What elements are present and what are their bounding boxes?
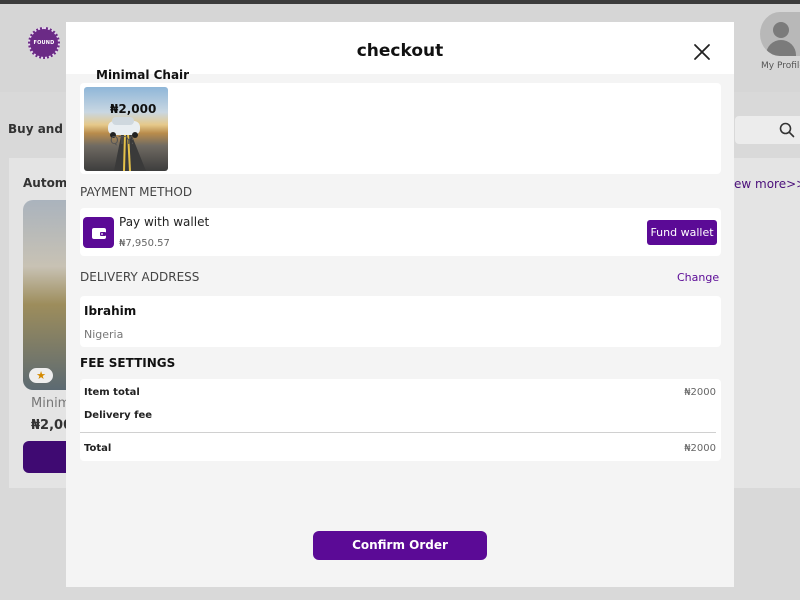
- address-country: Nigeria: [84, 328, 124, 341]
- wallet-title: Pay with wallet: [119, 215, 210, 229]
- wallet-balance: ₦7,950.57: [119, 238, 170, 249]
- product-name: Minimal Chair: [96, 68, 190, 82]
- change-address-link[interactable]: Change: [677, 271, 719, 284]
- delivery-fee-label: Delivery fee: [84, 410, 153, 421]
- confirm-order-button[interactable]: Confirm Order: [313, 531, 487, 560]
- delivery-address-label: DELIVERY ADDRESS: [80, 270, 200, 284]
- fund-wallet-button[interactable]: Fund wallet: [647, 220, 717, 245]
- product-qty-label: QTY:: [110, 134, 135, 147]
- total-label: Total: [84, 443, 112, 454]
- item-total-value: ₦2000: [684, 387, 716, 398]
- page-tagline: Buy and s: [8, 122, 75, 136]
- total-value: ₦2000: [684, 443, 716, 454]
- modal-title: checkout: [356, 41, 444, 61]
- fee-divider: [80, 432, 716, 433]
- modal-header: checkout: [66, 22, 734, 74]
- product-image: [84, 87, 168, 171]
- logo-text: FOUND: [33, 40, 55, 46]
- search-input[interactable]: [735, 116, 800, 144]
- star-icon: ★: [29, 368, 53, 383]
- wallet-icon: [83, 217, 114, 248]
- profile-avatar-icon[interactable]: [760, 12, 800, 56]
- address-name: Ibrahim: [84, 304, 137, 318]
- profile-label[interactable]: My Profile: [761, 61, 800, 71]
- item-total-label: Item total: [84, 387, 140, 398]
- fee-summary-card: [80, 379, 721, 461]
- brand-logo[interactable]: FOUND: [28, 27, 60, 59]
- product-card-name: Minim: [31, 396, 71, 411]
- fee-settings-heading: FEE SETTINGS: [80, 356, 176, 370]
- payment-method-label: PAYMENT METHOD: [80, 185, 193, 199]
- product-summary-card: [80, 83, 721, 174]
- delivery-address-card: [80, 296, 721, 347]
- view-more-link[interactable]: ew more>>: [734, 177, 800, 191]
- product-card-image[interactable]: [23, 200, 67, 390]
- product-card-button[interactable]: [23, 441, 66, 473]
- close-icon[interactable]: [693, 43, 711, 61]
- product-price: ₦2,000: [110, 102, 157, 116]
- search-icon[interactable]: [779, 122, 795, 138]
